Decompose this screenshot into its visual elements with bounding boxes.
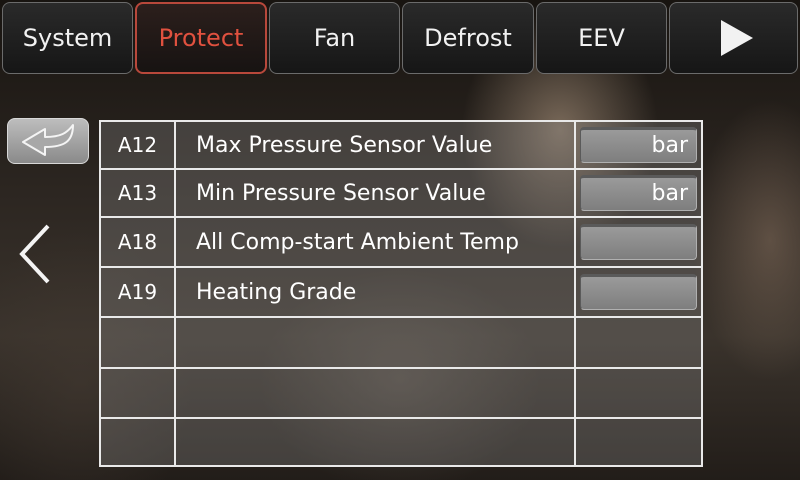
table-row-empty [99,417,703,467]
param-unit: bar [651,133,689,158]
tab-label: EEV [578,24,625,52]
tab-eev[interactable]: EEV [536,2,667,74]
param-name: All Comp-start Ambient Temp [174,216,576,268]
back-button[interactable] [7,118,89,164]
param-name: Heating Grade [174,266,576,318]
param-value-field[interactable] [580,274,697,310]
tab-bar: System Protect Fan Defrost EEV [0,0,800,78]
next-tab-button[interactable] [669,2,798,74]
table-row: A18 All Comp-start Ambient Temp [99,216,703,268]
param-value-field[interactable]: bar [580,175,697,211]
table-row-empty [99,316,703,369]
chevron-left-icon[interactable] [16,222,56,286]
return-arrow-icon [22,124,74,156]
parameter-table: A12 Max Pressure Sensor Value bar A13 Mi… [99,120,703,467]
param-code: A13 [99,168,176,218]
param-name: Min Pressure Sensor Value [174,168,576,218]
param-value-field[interactable]: bar [580,127,697,163]
param-unit: bar [651,181,689,206]
tab-label: Fan [313,24,356,52]
play-triangle-icon [720,20,753,56]
tab-fan[interactable]: Fan [269,2,400,74]
tab-protect[interactable]: Protect [135,2,267,74]
param-code: A18 [99,216,176,268]
tab-label: Protect [158,24,244,52]
table-row-empty [99,367,703,419]
param-code: A12 [99,120,176,170]
table-row: A13 Min Pressure Sensor Value bar [99,168,703,218]
tab-label: Defrost [424,24,512,52]
param-value-field[interactable] [580,224,697,260]
tab-defrost[interactable]: Defrost [402,2,534,74]
table-row: A12 Max Pressure Sensor Value bar [99,120,703,170]
tab-system[interactable]: System [2,2,133,74]
param-name: Max Pressure Sensor Value [174,120,576,170]
tab-label: System [22,24,113,52]
param-code: A19 [99,266,176,318]
table-row: A19 Heating Grade [99,266,703,318]
